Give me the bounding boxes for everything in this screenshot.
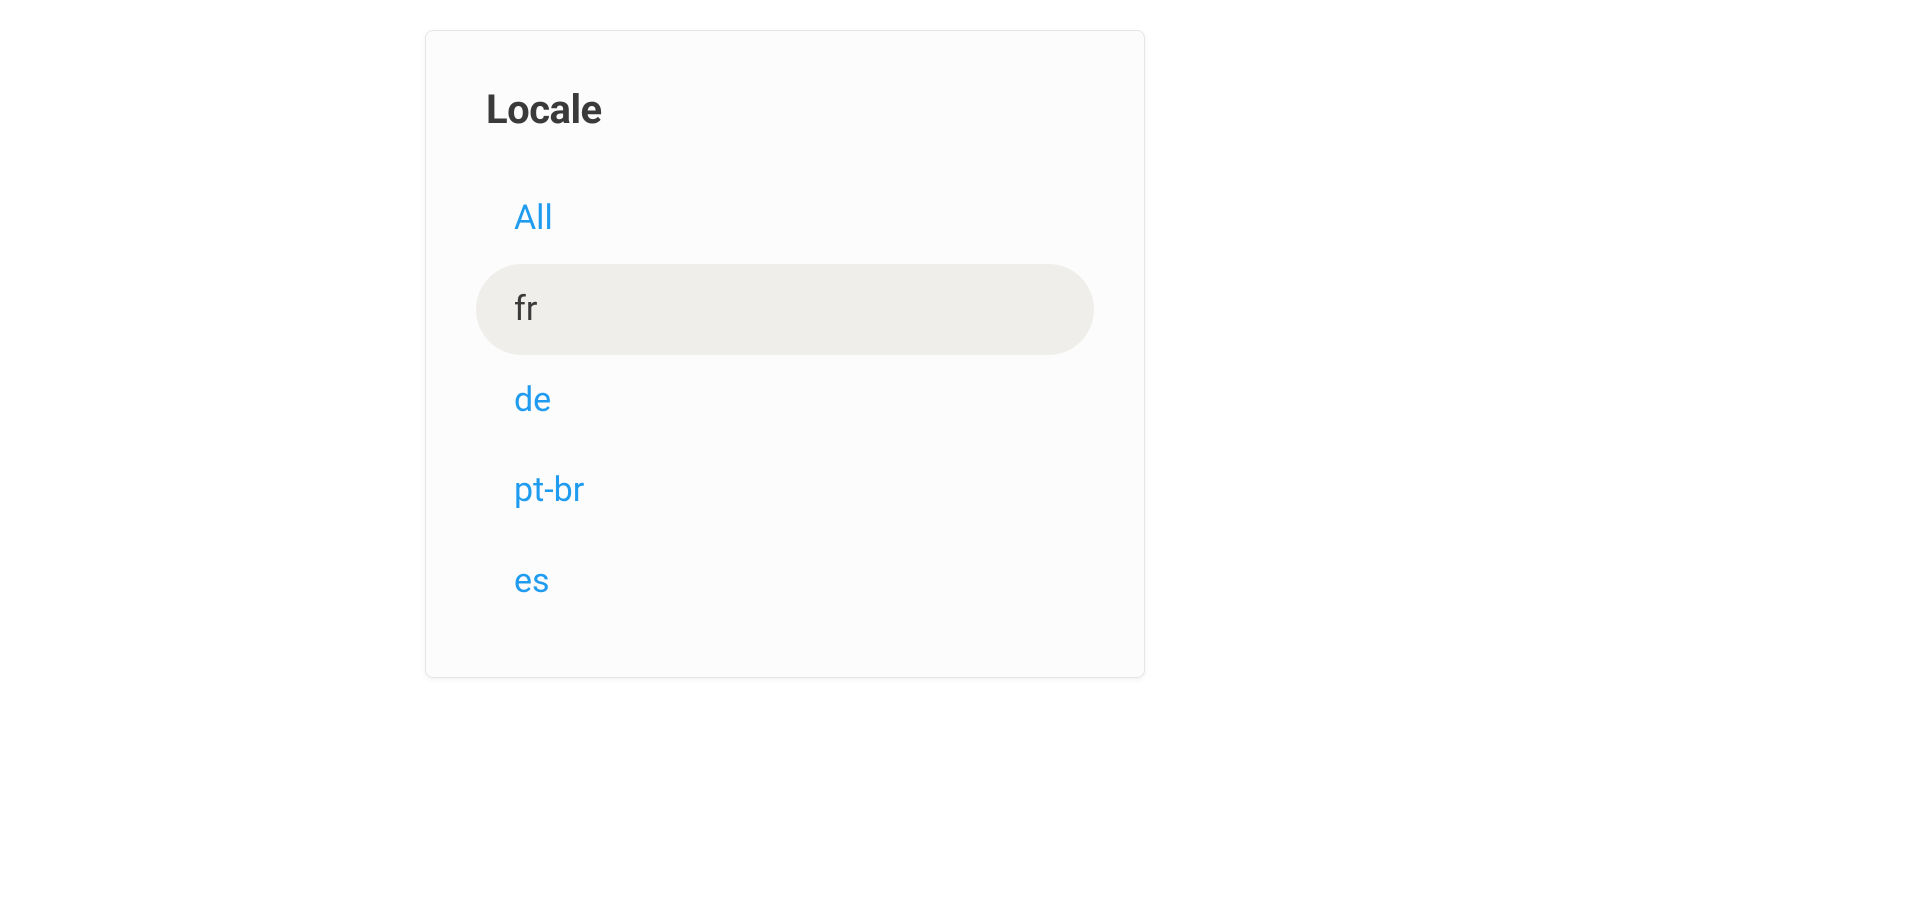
locale-item-de[interactable]: de: [476, 355, 1094, 446]
locale-item-fr[interactable]: fr: [476, 264, 1094, 355]
locale-item-es[interactable]: es: [476, 536, 1094, 627]
panel-title: Locale: [486, 86, 1094, 133]
locale-list: All fr de pt-br es: [476, 173, 1094, 627]
locale-item-pt-br[interactable]: pt-br: [476, 445, 1094, 536]
locale-item-all[interactable]: All: [476, 173, 1094, 264]
locale-panel: Locale All fr de pt-br es: [425, 30, 1145, 678]
